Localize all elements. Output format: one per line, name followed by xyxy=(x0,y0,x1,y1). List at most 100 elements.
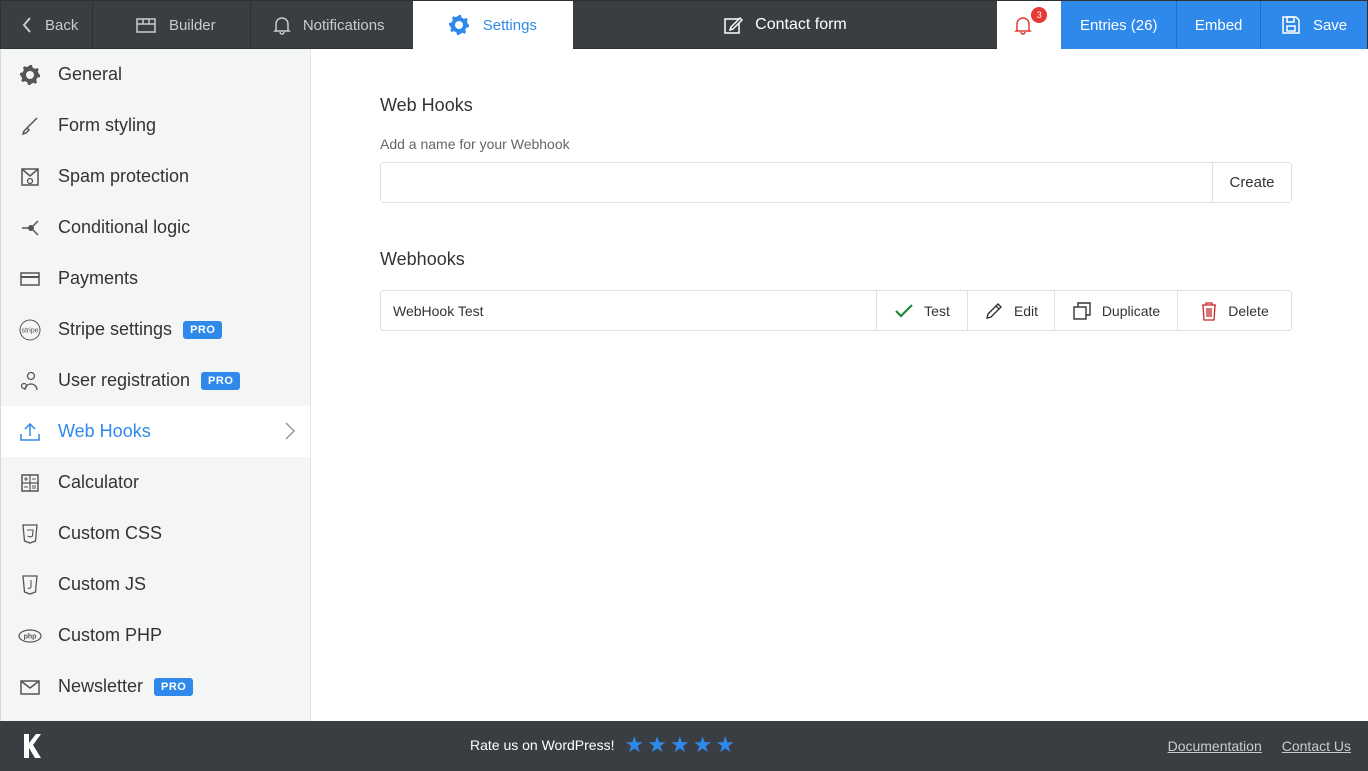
embed-button[interactable]: Embed xyxy=(1176,1,1261,49)
sidebar-item-label: Spam protection xyxy=(58,166,190,186)
alerts-button[interactable]: 3 xyxy=(997,1,1062,49)
mail-icon xyxy=(18,675,42,699)
tab-notifications[interactable]: Notifications xyxy=(251,1,413,49)
top-bar: Back Builder Notifications Settings Cont… xyxy=(0,0,1368,49)
card-icon xyxy=(18,267,42,291)
sidebar-item-custom-js[interactable]: Custom JS xyxy=(1,559,310,610)
calculator-icon xyxy=(18,471,42,495)
sidebar-item-custom-php[interactable]: php Custom PHP xyxy=(1,610,310,661)
sidebar-item-label: Custom PHP xyxy=(58,625,163,645)
stripe-icon: stripe xyxy=(18,318,42,342)
pro-badge: PRO xyxy=(201,371,241,390)
sidebar-item-general[interactable]: General xyxy=(1,49,310,100)
js-icon xyxy=(18,573,42,597)
back-label: Back xyxy=(45,16,79,34)
contact-us-link[interactable]: Contact Us xyxy=(1282,738,1351,754)
duplicate-button[interactable]: Duplicate xyxy=(1054,291,1177,330)
css-icon xyxy=(18,522,42,546)
webhook-name: WebHook Test xyxy=(393,302,484,319)
star-icon[interactable]: ★ xyxy=(647,734,667,756)
chevron-left-icon xyxy=(22,17,31,33)
sidebar-item-label: User registration xyxy=(58,370,191,390)
php-icon: php xyxy=(18,624,42,648)
upload-icon xyxy=(18,420,42,444)
sidebar-item-label: Stripe settings xyxy=(58,319,173,339)
save-button[interactable]: Save xyxy=(1260,1,1368,49)
webhook-row: WebHook Test Test Edit Duplicate Delete xyxy=(380,290,1292,331)
user-icon xyxy=(18,369,42,393)
check-icon xyxy=(895,303,913,318)
sidebar-item-label: General xyxy=(58,64,123,84)
save-icon xyxy=(1282,16,1300,34)
entries-label: Entries (26) xyxy=(1079,16,1158,34)
webhooks-list-title: Webhooks xyxy=(380,249,465,269)
sidebar-item-custom-css[interactable]: Custom CSS xyxy=(1,508,310,559)
notifications-label: Notifications xyxy=(302,16,385,34)
rate-us: Rate us on WordPress! ★ ★ ★ ★ ★ xyxy=(470,734,738,756)
bell-icon xyxy=(1014,17,1033,35)
builder-label: Builder xyxy=(168,16,216,34)
duplicate-label: Duplicate xyxy=(1101,302,1161,319)
copy-icon xyxy=(1073,301,1091,320)
pencil-square-icon xyxy=(724,16,744,34)
documentation-link[interactable]: Documentation xyxy=(1168,738,1262,754)
sidebar-item-label: Newsletter xyxy=(58,676,144,696)
webhook-create-row: Create xyxy=(380,162,1292,203)
sidebar-item-label: Conditional logic xyxy=(58,217,191,237)
sidebar-item-payments[interactable]: Payments xyxy=(1,253,310,304)
sidebar-item-label: Custom CSS xyxy=(58,523,163,543)
pro-badge: PRO xyxy=(154,677,194,696)
sidebar-item-user-registration[interactable]: User registration PRO xyxy=(1,355,310,406)
logic-icon xyxy=(18,216,42,240)
alert-count-badge: 3 xyxy=(1031,7,1048,23)
footer-links: Documentation Contact Us xyxy=(1148,738,1351,754)
main-content: Web Hooks Add a name for your Webhook Cr… xyxy=(380,49,1292,331)
create-button[interactable]: Create xyxy=(1212,163,1291,202)
sidebar-item-calculator[interactable]: Calculator xyxy=(1,457,310,508)
star-icon[interactable]: ★ xyxy=(715,734,735,756)
form-title[interactable]: Contact form xyxy=(573,1,998,49)
delete-label: Delete xyxy=(1228,302,1269,319)
star-icon[interactable]: ★ xyxy=(624,734,644,756)
back-button[interactable]: Back xyxy=(1,1,93,49)
delete-button[interactable]: Delete xyxy=(1177,291,1291,330)
gear-icon xyxy=(448,15,469,35)
webhook-name-input[interactable] xyxy=(381,163,1212,202)
page-title: Web Hooks xyxy=(380,95,473,115)
k-logo-icon xyxy=(23,733,41,764)
bell-icon xyxy=(273,17,291,35)
test-label: Test xyxy=(924,302,950,319)
sidebar-item-stripe-settings[interactable]: stripe Stripe settings PRO xyxy=(1,304,310,355)
star-icon[interactable]: ★ xyxy=(693,734,713,756)
edit-button[interactable]: Edit xyxy=(967,291,1054,330)
chevron-right-icon xyxy=(284,420,296,447)
sidebar-item-label: Custom JS xyxy=(58,574,147,594)
tab-settings[interactable]: Settings xyxy=(412,1,573,49)
sidebar-item-web-hooks[interactable]: Web Hooks xyxy=(1,406,310,457)
trash-icon xyxy=(1202,301,1217,321)
builder-icon xyxy=(136,18,156,33)
star-icon[interactable]: ★ xyxy=(670,734,690,756)
edit-label: Edit xyxy=(1013,302,1039,319)
rating-stars[interactable]: ★ ★ ★ ★ ★ xyxy=(624,734,738,756)
sidebar-item-label: Calculator xyxy=(58,472,140,492)
brush-icon xyxy=(18,114,42,138)
sidebar-item-conditional-logic[interactable]: Conditional logic xyxy=(1,202,310,253)
sidebar-item-label: Payments xyxy=(58,268,139,288)
settings-label: Settings xyxy=(482,16,537,34)
save-label: Save xyxy=(1312,16,1348,34)
tab-builder[interactable]: Builder xyxy=(93,1,251,49)
pencil-icon xyxy=(985,302,1002,319)
test-button[interactable]: Test xyxy=(876,291,967,330)
pro-badge: PRO xyxy=(183,320,223,339)
footer: Rate us on WordPress! ★ ★ ★ ★ ★ Document… xyxy=(0,721,1368,771)
spam-icon xyxy=(18,165,42,189)
sidebar-item-form-styling[interactable]: Form styling xyxy=(1,100,310,151)
webhook-name-label: Add a name for your Webhook xyxy=(380,136,570,152)
entries-button[interactable]: Entries (26) xyxy=(1061,1,1177,49)
sidebar-item-spam-protection[interactable]: Spam protection xyxy=(1,151,310,202)
sidebar-item-newsletter[interactable]: Newsletter PRO xyxy=(1,661,310,712)
rate-label: Rate us on WordPress! xyxy=(470,737,615,753)
sidebar-item-label: Form styling xyxy=(58,115,157,135)
gear-icon xyxy=(18,63,42,87)
